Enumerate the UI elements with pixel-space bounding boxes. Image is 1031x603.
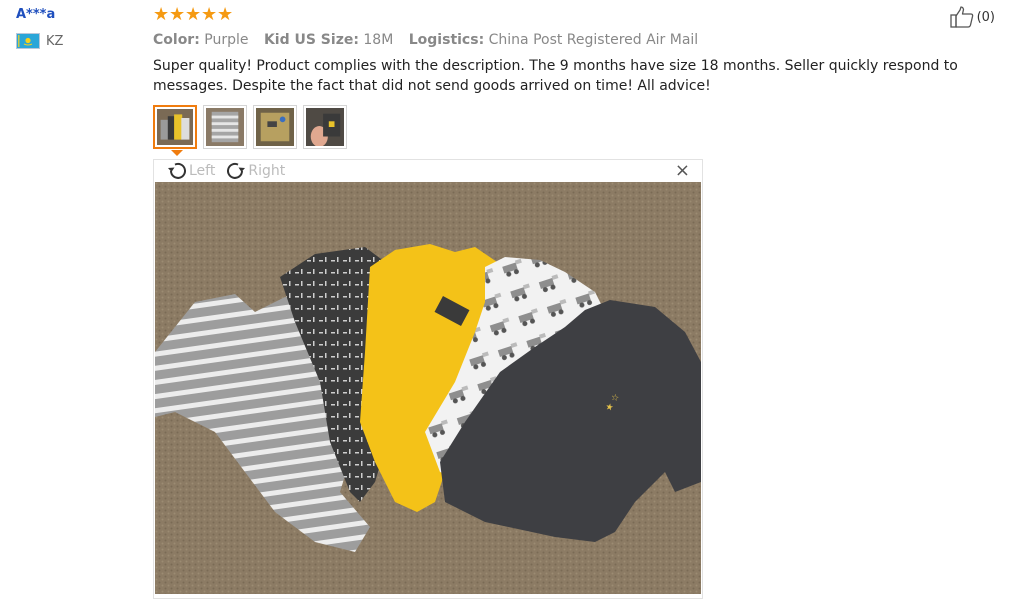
- review-text: Super quality! Product complies with the…: [153, 58, 958, 94]
- star-icon: ★: [217, 4, 234, 25]
- rotate-right-icon: [227, 162, 246, 179]
- color-value: Purple: [204, 32, 249, 48]
- photo-thumbnail[interactable]: [253, 105, 297, 149]
- rotate-left-button[interactable]: Left: [166, 161, 215, 181]
- reviewer-info: A***a KZ: [16, 6, 136, 49]
- order-attributes: Color: Purple Kid US Size: 18M Logistics…: [153, 31, 1003, 49]
- photo-thumbnail[interactable]: [153, 105, 197, 156]
- review-photo: ★ ☆: [155, 182, 701, 594]
- reviewer-name[interactable]: A***a: [16, 6, 136, 24]
- rotate-left-icon: [168, 162, 186, 179]
- color-label: Color:: [153, 32, 200, 48]
- photo-thumbnails: [153, 105, 1003, 156]
- star-icon: ★: [169, 4, 186, 25]
- size-value: 18M: [363, 32, 394, 48]
- country-code: KZ: [46, 33, 64, 49]
- logistics-value: China Post Registered Air Mail: [488, 32, 699, 48]
- kazakhstan-flag-icon: [16, 33, 40, 49]
- review-content: ★ ★ ★ ★ ★ Color: Purple Kid US Size: 18M…: [153, 6, 1003, 156]
- rotate-right-label: Right: [248, 163, 286, 179]
- viewer-toolbar: Left Right ×: [154, 160, 702, 182]
- active-indicator: [171, 150, 183, 156]
- size-label: Kid US Size:: [263, 32, 359, 48]
- star-rating: ★ ★ ★ ★ ★: [153, 6, 1003, 24]
- rotate-right-button[interactable]: Right: [225, 161, 285, 181]
- star-icon: ★: [201, 4, 218, 25]
- reviewer-country: KZ: [16, 33, 136, 49]
- star-icon: ★: [185, 4, 202, 25]
- photo-thumbnail[interactable]: [203, 105, 247, 149]
- photo-viewer: Left Right × ★ ☆: [153, 159, 703, 599]
- rotate-left-label: Left: [189, 163, 216, 179]
- star-icon: ★: [153, 4, 170, 25]
- logistics-label: Logistics:: [408, 32, 485, 48]
- photo-thumbnail[interactable]: [303, 105, 347, 149]
- close-viewer-button[interactable]: ×: [675, 162, 690, 180]
